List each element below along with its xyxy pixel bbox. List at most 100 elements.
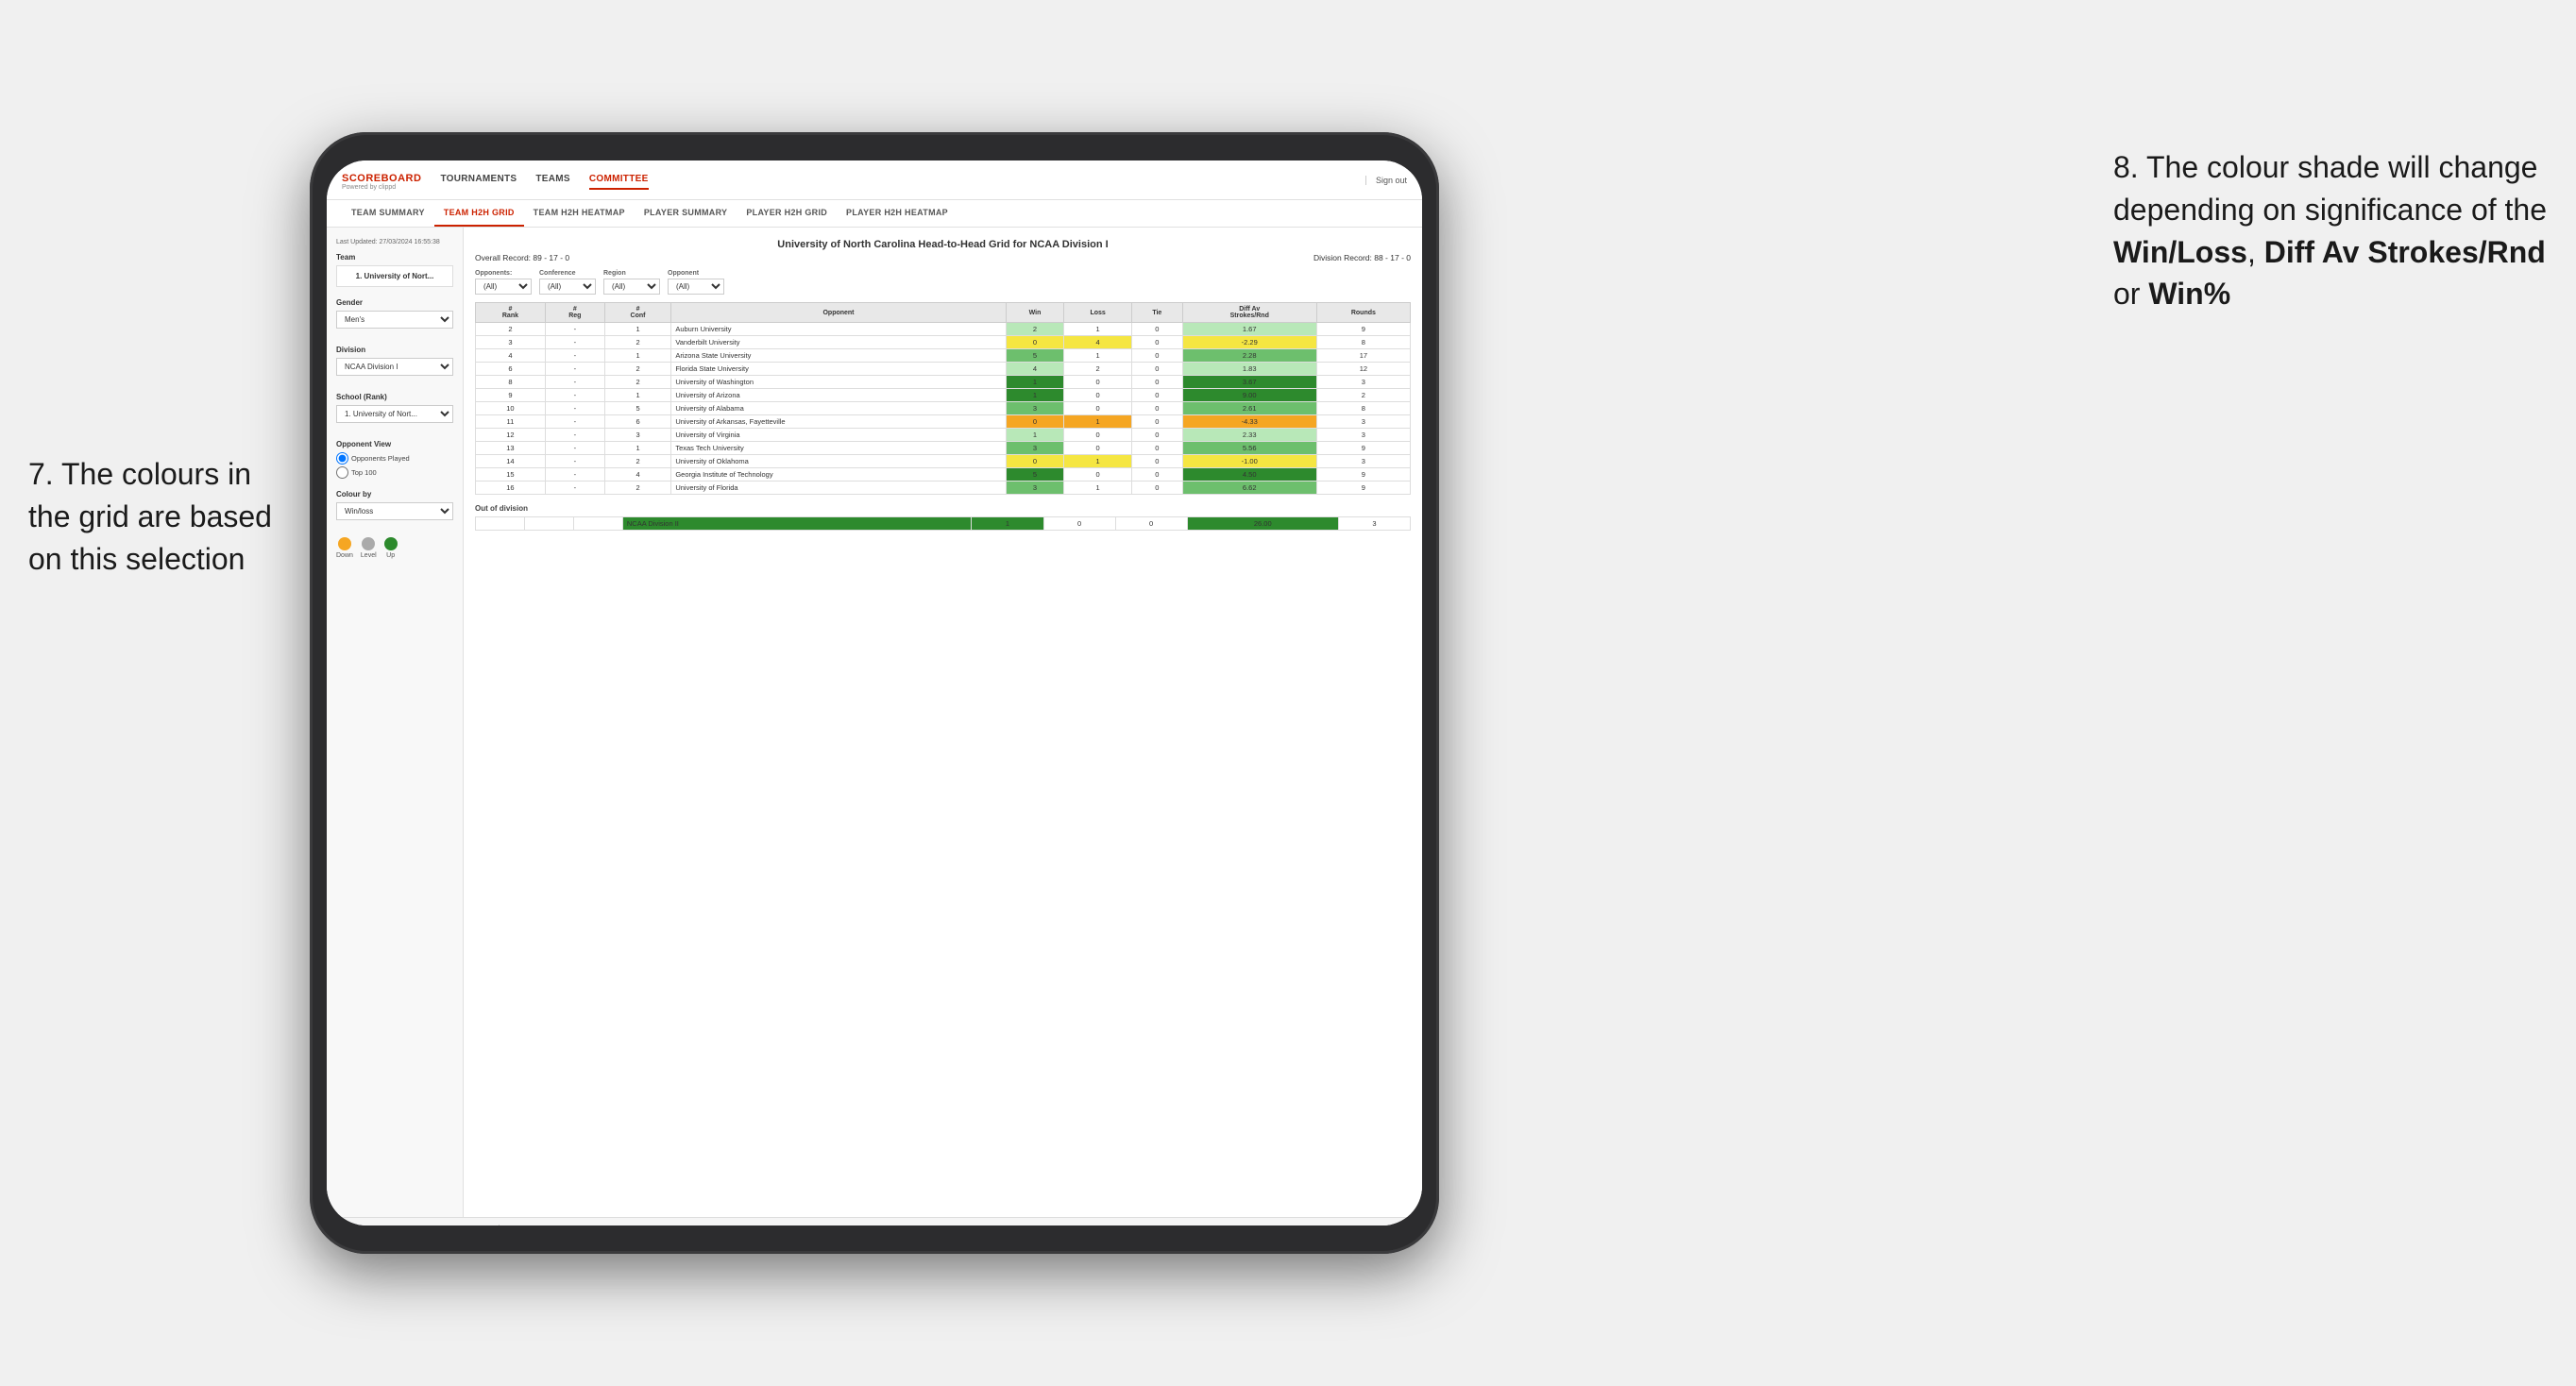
cell-rounds: 9 (1316, 323, 1410, 336)
col-diff: Diff AvStrokes/Rnd (1182, 303, 1316, 323)
cell-rounds: 3 (1316, 376, 1410, 389)
cell-win: 2 (1006, 323, 1064, 336)
cell-win: 1 (1006, 429, 1064, 442)
cell-rank: 9 (476, 389, 546, 402)
table-row: 8 - 2 University of Washington 1 0 0 3.6… (476, 376, 1411, 389)
radio-top100[interactable]: Top 100 (336, 466, 453, 479)
legend-level-dot (362, 537, 375, 550)
cell-rounds: 9 (1316, 468, 1410, 482)
cell-loss: 1 (1064, 349, 1132, 363)
table-row: 9 - 1 University of Arizona 1 0 0 9.00 2 (476, 389, 1411, 402)
ood-diff: 26.00 (1187, 517, 1338, 531)
cell-reg: - (545, 336, 604, 349)
sign-out-btn[interactable]: Sign out (1365, 176, 1407, 185)
conference-filter: Conference (All) (539, 270, 596, 295)
cell-conf: 2 (604, 336, 671, 349)
toolbar-divider (499, 1225, 500, 1226)
cell-diff: 2.28 (1182, 349, 1316, 363)
table-row: 10 - 5 University of Alabama 3 0 0 2.61 … (476, 402, 1411, 415)
sub-nav: TEAM SUMMARY TEAM H2H GRID TEAM H2H HEAT… (327, 200, 1422, 228)
cell-reg: - (545, 349, 604, 363)
cell-win: 3 (1006, 402, 1064, 415)
subnav-player-h2h-grid[interactable]: PLAYER H2H GRID (737, 200, 837, 227)
cell-loss: 1 (1064, 415, 1132, 429)
grid-record: Overall Record: 89 - 17 - 0 Division Rec… (475, 253, 1411, 262)
cell-rounds: 9 (1316, 482, 1410, 495)
subnav-team-h2h-grid[interactable]: TEAM H2H GRID (434, 200, 524, 227)
cell-conf: 6 (604, 415, 671, 429)
cell-rank: 2 (476, 323, 546, 336)
division-select[interactable]: NCAA Division I (336, 358, 453, 376)
gender-section: Gender Men's (336, 298, 453, 334)
cell-reg: - (545, 323, 604, 336)
cell-opponent: University of Arizona (671, 389, 1006, 402)
radio-opponents-played[interactable]: Opponents Played (336, 452, 453, 465)
region-filter: Region (All) (603, 270, 660, 295)
cell-tie: 0 (1131, 402, 1182, 415)
colour-by-section: Colour by Win/loss (336, 490, 453, 526)
app-header: SCOREBOARD Powered by clippd TOURNAMENTS… (327, 161, 1422, 200)
subnav-team-h2h-heatmap[interactable]: TEAM H2H HEATMAP (524, 200, 635, 227)
cell-loss: 0 (1064, 429, 1132, 442)
cell-opponent: University of Florida (671, 482, 1006, 495)
cell-win: 0 (1006, 455, 1064, 468)
subnav-team-summary[interactable]: TEAM SUMMARY (342, 200, 434, 227)
colour-by-select[interactable]: Win/loss (336, 502, 453, 520)
nav-tournaments[interactable]: TOURNAMENTS (440, 170, 517, 190)
cell-diff: 4.50 (1182, 468, 1316, 482)
cell-loss: 0 (1064, 468, 1132, 482)
table-row: 3 - 2 Vanderbilt University 0 4 0 -2.29 … (476, 336, 1411, 349)
opponents-select[interactable]: (All) (475, 279, 532, 295)
region-select[interactable]: (All) (603, 279, 660, 295)
nav-committee[interactable]: COMMITTEE (589, 170, 649, 190)
table-row: 12 - 3 University of Virginia 1 0 0 2.33… (476, 429, 1411, 442)
conference-select[interactable]: (All) (539, 279, 596, 295)
cell-reg: - (545, 402, 604, 415)
cell-conf: 2 (604, 455, 671, 468)
gender-select[interactable]: Men's (336, 311, 453, 329)
clock-btn[interactable]: ⏱ (476, 1225, 491, 1226)
col-opponent: Opponent (671, 303, 1006, 323)
cell-loss: 0 (1064, 389, 1132, 402)
colour-by-label: Colour by (336, 490, 453, 499)
cell-win: 0 (1006, 415, 1064, 429)
subnav-player-h2h-heatmap[interactable]: PLAYER H2H HEATMAP (837, 200, 958, 227)
cell-conf: 2 (604, 482, 671, 495)
cell-rank: 4 (476, 349, 546, 363)
cell-rank: 15 (476, 468, 546, 482)
table-row: 6 - 2 Florida State University 4 2 0 1.8… (476, 363, 1411, 376)
cell-diff: 9.00 (1182, 389, 1316, 402)
cell-conf: 2 (604, 363, 671, 376)
cell-opponent: University of Washington (671, 376, 1006, 389)
cell-reg: - (545, 455, 604, 468)
subnav-player-summary[interactable]: PLAYER SUMMARY (635, 200, 737, 227)
cell-loss: 1 (1064, 323, 1132, 336)
cell-opponent: Arizona State University (671, 349, 1006, 363)
school-rank-select[interactable]: 1. University of Nort... (336, 405, 453, 423)
cell-rounds: 17 (1316, 349, 1410, 363)
cell-win: 5 (1006, 468, 1064, 482)
timestamp: Last Updated: 27/03/2024 16:55:38 (336, 239, 453, 245)
col-tie: Tie (1131, 303, 1182, 323)
cell-tie: 0 (1131, 455, 1182, 468)
out-of-division-row: NCAA Division II 1 0 0 26.00 3 (476, 517, 1411, 531)
cell-win: 5 (1006, 349, 1064, 363)
logo-area: SCOREBOARD Powered by clippd (342, 169, 421, 191)
division-label: Division (336, 346, 453, 354)
cell-opponent: Texas Tech University (671, 442, 1006, 455)
cell-rounds: 3 (1316, 455, 1410, 468)
grid-title: University of North Carolina Head-to-Hea… (475, 239, 1411, 250)
nav-teams[interactable]: TEAMS (535, 170, 570, 190)
cell-loss: 1 (1064, 455, 1132, 468)
opponent-select[interactable]: (All) (668, 279, 724, 295)
cell-conf: 2 (604, 376, 671, 389)
cell-diff: 5.56 (1182, 442, 1316, 455)
cell-conf: 1 (604, 389, 671, 402)
col-reg: #Reg (545, 303, 604, 323)
annotation-left: 7. The colours in the grid are based on … (28, 453, 293, 580)
table-row: 14 - 2 University of Oklahoma 0 1 0 -1.0… (476, 455, 1411, 468)
legend-up-dot (384, 537, 398, 550)
table-row: 11 - 6 University of Arkansas, Fayettevi… (476, 415, 1411, 429)
overall-record: Overall Record: 89 - 17 - 0 (475, 253, 569, 262)
col-loss: Loss (1064, 303, 1132, 323)
